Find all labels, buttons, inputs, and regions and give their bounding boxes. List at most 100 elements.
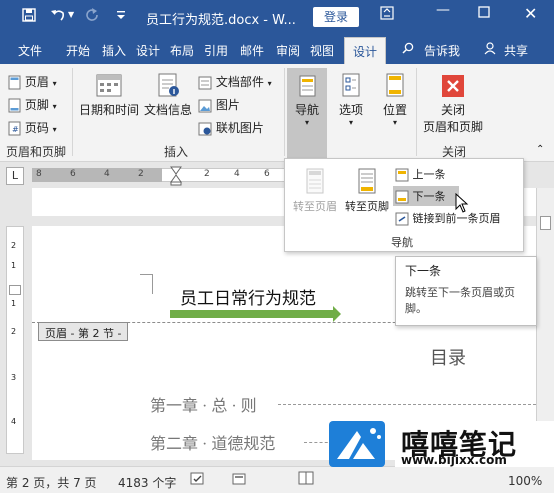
- ruler-tick: 2: [204, 169, 210, 179]
- collapse-ribbon-icon[interactable]: ⌃: [536, 144, 544, 155]
- proofing-icon[interactable]: [190, 472, 206, 489]
- share-label[interactable]: 共享: [504, 42, 528, 59]
- tooltip-description: 跳转至下一条页眉或页脚。: [405, 286, 515, 315]
- footer-button[interactable]: 页脚 ▾: [8, 96, 57, 113]
- undo-icon[interactable]: [50, 8, 66, 26]
- docinfo-button[interactable]: 文档信息: [142, 72, 194, 118]
- zoom-level[interactable]: 100%: [508, 474, 542, 488]
- tell-me-icon[interactable]: [402, 42, 414, 57]
- options-label: 选项: [338, 103, 363, 117]
- previous-icon: [395, 168, 409, 182]
- tab-mailings[interactable]: 邮件: [240, 42, 264, 59]
- group-label-header-footer: 页眉和页脚: [6, 145, 67, 159]
- word-count[interactable]: 4183 个字: [118, 474, 176, 491]
- ribbon-display-options-icon[interactable]: [380, 6, 394, 24]
- tab-review[interactable]: 审阅: [276, 42, 300, 59]
- datetime-button[interactable]: 日期和时间: [78, 72, 140, 118]
- position-button[interactable]: 位置 ▾: [378, 72, 412, 127]
- previous-label: 上一条: [412, 168, 446, 181]
- quick-parts-button[interactable]: 文档部件 ▾: [198, 73, 272, 90]
- header-text[interactable]: 员工日常行为规范: [180, 284, 316, 309]
- save-icon[interactable]: [22, 8, 36, 26]
- calendar-icon: [96, 74, 122, 97]
- page-number-button[interactable]: # 页码 ▾: [8, 119, 57, 136]
- docinfo-label: 文档信息: [143, 103, 192, 117]
- tab-view[interactable]: 视图: [310, 42, 334, 59]
- header-arrow: [333, 306, 341, 322]
- footer-label: 页脚: [24, 98, 49, 112]
- customize-qat-icon[interactable]: [116, 10, 126, 23]
- scroll-thumb[interactable]: [540, 216, 551, 230]
- navigation-icon: [299, 75, 316, 97]
- minimize-icon[interactable]: —: [436, 2, 450, 18]
- close-header-footer-button[interactable]: 关闭 页眉和页脚: [420, 74, 486, 135]
- read-mode-icon[interactable]: [298, 471, 314, 488]
- online-picture-button[interactable]: 联机图片: [198, 119, 264, 136]
- brand-url: www.bijixx.com: [401, 453, 507, 467]
- datetime-label: 日期和时间: [78, 103, 139, 117]
- tab-design[interactable]: 设计: [136, 42, 160, 59]
- options-icon: [342, 73, 360, 97]
- tooltip-title: 下一条: [405, 264, 442, 278]
- document-title: 员工行为规范.docx - W...: [146, 13, 296, 28]
- title-bar: ▼ 员工行为规范.docx - W... 登录 — ✕: [0, 0, 554, 34]
- tab-layout[interactable]: 布局: [170, 42, 194, 59]
- quick-parts-label: 文档部件: [215, 75, 264, 89]
- tab-home[interactable]: 开始: [66, 42, 90, 59]
- header-underline-bar: [170, 310, 333, 318]
- options-button[interactable]: 选项 ▾: [334, 72, 368, 127]
- next-label: 下一条: [412, 190, 446, 203]
- tab-selector[interactable]: L: [6, 167, 24, 185]
- previous-button[interactable]: 上一条: [395, 166, 446, 182]
- share-icon[interactable]: [484, 42, 496, 58]
- position-icon: [386, 73, 404, 97]
- tooltip: 下一条 跳转至下一条页眉或页脚。: [395, 256, 537, 326]
- group-separator: [416, 68, 417, 156]
- indent-marker[interactable]: [170, 166, 182, 186]
- toc-item[interactable]: 第一章 · 总 · 则: [150, 392, 257, 416]
- group-separator: [72, 68, 73, 156]
- next-icon: [395, 190, 409, 204]
- tab-file[interactable]: 文件: [18, 42, 42, 59]
- ribbon-tabs: 文件 开始 插入 设计 布局 引用 邮件 审阅 视图 设计 告诉我 共享: [0, 34, 554, 64]
- vruler-tick: 2: [11, 327, 17, 336]
- close-window-icon[interactable]: ✕: [524, 4, 537, 23]
- tab-insert[interactable]: 插入: [102, 42, 126, 59]
- navigation-button[interactable]: 导航 ▾: [287, 68, 327, 160]
- goto-header-label: 转至页眉: [293, 200, 337, 213]
- page-count[interactable]: 第 2 页，共 7 页: [6, 474, 97, 491]
- vruler-tick: 2: [11, 241, 17, 250]
- ruler-tick: 4: [234, 169, 240, 179]
- tell-me-label[interactable]: 告诉我: [424, 42, 460, 59]
- toc-leader: [278, 404, 536, 405]
- ruler-tick: 4: [104, 169, 110, 179]
- macro-icon[interactable]: [232, 472, 246, 489]
- ruler-tick: 2: [138, 169, 144, 179]
- tab-references[interactable]: 引用: [204, 42, 228, 59]
- close-label-line1: 关闭: [440, 103, 465, 117]
- login-button[interactable]: 登录: [313, 7, 359, 27]
- link-previous-button[interactable]: 链接到前一条页眉: [395, 210, 501, 226]
- group-label-insert: 插入: [164, 145, 189, 159]
- maximize-icon[interactable]: [478, 6, 490, 22]
- tab-hf-design[interactable]: 设计: [344, 37, 387, 64]
- goto-header-icon: [306, 168, 324, 194]
- header-label: 页眉: [24, 75, 49, 89]
- vertical-ruler: 2 1 1 2 3 4: [6, 226, 24, 454]
- margin-mark: [152, 274, 153, 294]
- ruler-tick: 6: [70, 169, 76, 179]
- vruler-marker[interactable]: [9, 285, 21, 295]
- next-button[interactable]: 下一条: [393, 186, 459, 206]
- mouse-cursor-icon: [455, 192, 469, 213]
- link-previous-label: 链接到前一条页眉: [412, 212, 501, 225]
- toc-item[interactable]: 第二章 · 道德规范: [150, 430, 275, 454]
- goto-footer-icon: [358, 168, 376, 194]
- picture-button[interactable]: 图片: [198, 96, 240, 113]
- brand-logo-icon: [329, 421, 385, 467]
- goto-footer-button[interactable]: 转至页脚: [341, 167, 393, 214]
- group-separator: [284, 68, 285, 156]
- undo-dropdown-icon[interactable]: ▼: [68, 10, 74, 19]
- navigation-label: 导航: [294, 103, 319, 117]
- position-label: 位置: [382, 103, 407, 117]
- header-button[interactable]: 页眉 ▾: [8, 73, 57, 90]
